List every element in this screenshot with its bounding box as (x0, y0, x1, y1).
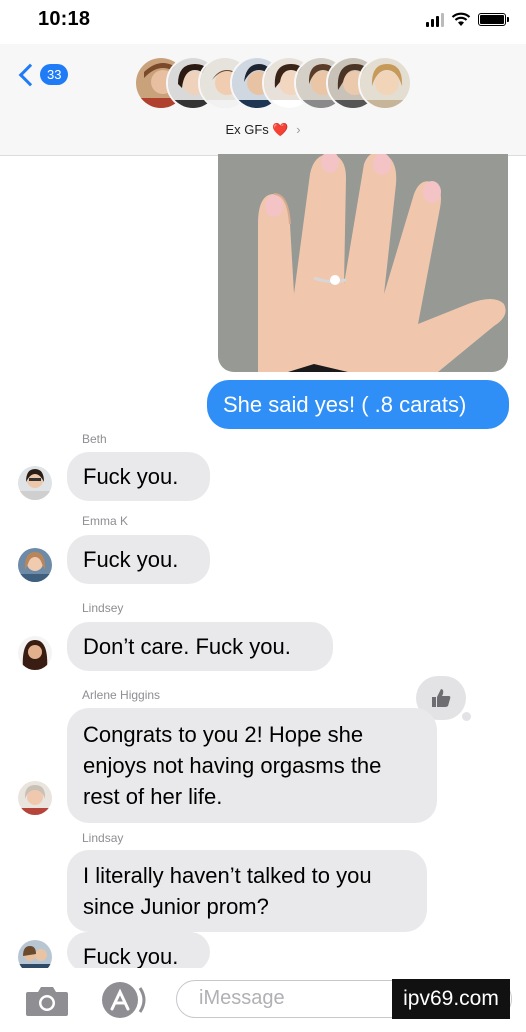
participant-avatar (358, 56, 412, 110)
camera-button[interactable] (24, 984, 70, 1018)
back-button[interactable]: 33 (16, 63, 69, 86)
sender-name: Beth (82, 432, 107, 446)
message-line: since Junior prom? (83, 894, 269, 919)
message-line: rest of her life. (83, 784, 223, 809)
message-bubble-incoming[interactable]: Congrats to you 2! Hope she enjoys not h… (67, 708, 437, 823)
battery-icon (478, 13, 509, 26)
message-text: Fuck you. (83, 944, 179, 969)
wifi-icon (451, 12, 471, 26)
message-bubble-incoming[interactable]: Fuck you. (67, 932, 210, 972)
group-name-label: Ex GFs (225, 122, 269, 137)
group-name[interactable]: Ex GFs ❤️ › (0, 122, 526, 138)
message-line: enjoys not having orgasms the (83, 753, 382, 778)
chevron-left-icon (18, 63, 42, 86)
camera-icon (26, 987, 68, 1016)
status-bar: 10:18 (0, 0, 526, 44)
heart-icon: ❤️ (272, 122, 289, 137)
conversation-header: 33 Ex GFs ❤️ › (0, 44, 526, 156)
avatar[interactable] (18, 781, 52, 815)
message-text: She said yes! ( .8 carats) (223, 392, 467, 417)
app-store-button[interactable] (98, 980, 148, 1020)
message-bubble-incoming[interactable]: Fuck you. (67, 452, 210, 501)
ring-photo[interactable] (218, 154, 508, 372)
message-bubble-outgoing[interactable]: She said yes! ( .8 carats) (207, 380, 509, 429)
thumbs-up-icon (432, 689, 451, 707)
message-text: Fuck you. (83, 547, 179, 572)
status-time: 10:18 (38, 8, 91, 30)
watermark: ipv69.com (392, 979, 510, 1019)
reaction-tail (462, 712, 471, 721)
avatar[interactable] (18, 548, 52, 582)
avatar[interactable] (18, 466, 52, 500)
message-bubble-incoming[interactable]: Fuck you. (67, 535, 210, 584)
sender-name: Emma K (82, 514, 129, 528)
message-input-placeholder: iMessage (199, 987, 285, 1009)
app-store-icon (102, 982, 146, 1018)
message-text: Don’t care. Fuck you. (83, 634, 291, 659)
message-line: I literally haven’t talked to you (83, 863, 372, 888)
signal-icon (426, 12, 444, 27)
unread-count-badge: 33 (40, 64, 69, 85)
message-line: Congrats to you 2! Hope she (83, 722, 364, 747)
sender-name: Lindsey (82, 601, 124, 615)
message-text: Fuck you. (83, 464, 179, 489)
avatar[interactable] (18, 636, 52, 670)
sender-name: Lindsay (82, 831, 124, 845)
message-bubble-incoming[interactable]: Don’t care. Fuck you. (67, 622, 333, 671)
message-bubble-incoming[interactable]: I literally haven’t talked to you since … (67, 850, 427, 932)
status-icons (426, 12, 509, 27)
chevron-right-icon: › (296, 122, 301, 137)
sender-name: Arlene Higgins (82, 688, 161, 702)
group-avatars[interactable] (134, 56, 412, 110)
